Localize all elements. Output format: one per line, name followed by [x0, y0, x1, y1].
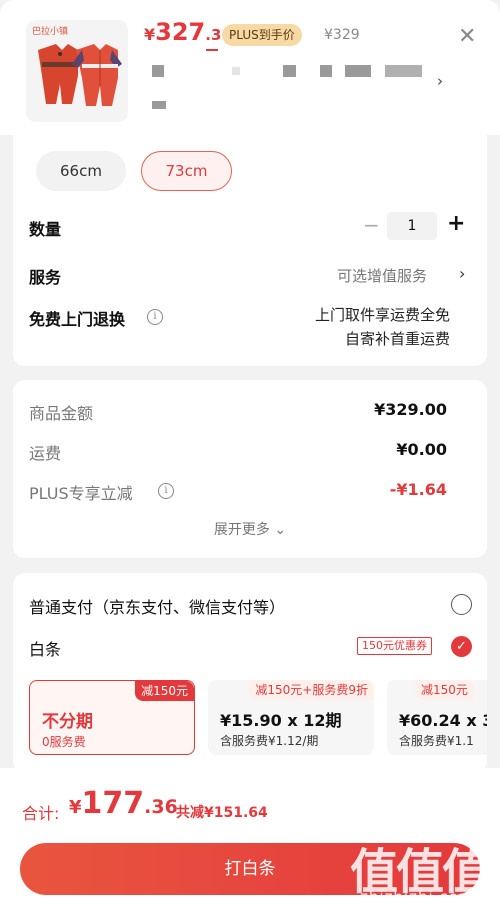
return-note-line1: 上门取件享运费全免 — [314, 306, 450, 324]
goods-amount-value: ¥329.00 — [374, 400, 447, 419]
plan-discount-badge: 减150元+服务费9折 — [249, 680, 374, 700]
chevron-right-icon[interactable]: › — [437, 72, 443, 90]
blurred-title-block — [283, 65, 296, 77]
quantity-plus-button[interactable]: + — [447, 211, 465, 236]
payment-card: 普通支付（京东支付、微信支付等） 白条 150元优惠券 ✓ 减150元 不分期 … — [13, 573, 487, 773]
blurred-title-block — [345, 65, 371, 77]
plus-price-tag: PLUS到手价 — [222, 24, 302, 46]
plan-amount: ¥15.90 x 12期 — [220, 711, 342, 730]
plan-discount-badge: 减150元 — [415, 680, 474, 700]
plan-fee: 含服务费¥1.1 — [399, 734, 474, 748]
shipping-value: ¥0.00 — [396, 440, 447, 459]
size-option-66[interactable]: 66cm — [36, 151, 126, 191]
quantity-label: 数量 — [29, 220, 62, 239]
plus-price: ¥327.36 — [144, 18, 232, 46]
plus-discount-label: PLUS专享立减 — [29, 484, 133, 503]
info-icon[interactable]: i — [158, 483, 174, 499]
blurred-title-block — [385, 65, 422, 77]
blurred-title-block — [152, 101, 166, 109]
free-return-label: 免费上门退换 — [29, 310, 126, 329]
expand-more-link[interactable]: 展开更多 ⌄ — [13, 519, 487, 539]
watermark-site: zhizhizhi.com — [360, 888, 475, 906]
return-note-line2: 自寄补首重运费 — [344, 330, 450, 348]
plan-title: 不分期 — [42, 712, 93, 732]
service-option-link[interactable]: 可选增值服务 — [337, 265, 427, 286]
original-price: ¥329 — [324, 27, 360, 43]
normal-payment-radio[interactable] — [451, 594, 472, 615]
coupon-tag: 150元优惠券 — [357, 637, 432, 655]
plus-discount-value: -¥1.64 — [389, 480, 447, 499]
plan-no-installment[interactable]: 减150元 不分期 0服务费 — [29, 680, 195, 755]
plan-fee: 0服务费 — [42, 735, 86, 749]
blurred-title-block — [320, 65, 332, 77]
info-icon[interactable]: i — [147, 309, 163, 325]
plan-fee: 含服务费¥1.12/期 — [220, 734, 319, 748]
size-option-73-selected[interactable]: 73cm — [141, 151, 232, 191]
total-saved: 共减¥151.64 — [176, 805, 268, 821]
goods-amount-label: 商品金额 — [29, 404, 94, 423]
plan-amount: ¥60.24 x 3期 — [399, 711, 487, 730]
product-header: 巴拉小镇 ¥327.36 PLUS到手价 ¥329 ✕ › — [0, 0, 500, 135]
blurred-title-block — [152, 65, 164, 77]
brand-logo: 巴拉小镇 — [32, 27, 69, 37]
total-label: 合计: — [22, 804, 60, 823]
shipping-label: 运费 — [29, 444, 62, 463]
product-thumbnail[interactable]: 巴拉小镇 — [26, 20, 128, 122]
baitiao-radio-checked[interactable]: ✓ — [451, 636, 472, 657]
quantity-input[interactable]: 1 — [387, 212, 437, 240]
close-icon[interactable]: ✕ — [458, 26, 476, 48]
service-label: 服务 — [29, 268, 62, 287]
plan-3-installments[interactable]: 减150元 ¥60.24 x 3期 含服务费¥1.1 — [387, 680, 487, 755]
blurred-title-block — [232, 67, 240, 75]
chevron-right-icon[interactable]: › — [459, 264, 465, 283]
total-amount: ¥177.36 — [69, 786, 178, 821]
quantity-minus-button[interactable]: − — [363, 213, 380, 237]
plan-discount-badge: 减150元 — [135, 681, 194, 701]
plan-12-installments[interactable]: 减150元+服务费9折 ¥15.90 x 12期 含服务费¥1.12/期 — [208, 680, 374, 755]
spec-card: 66cm 73cm 数量 − 1 + 服务 可选增值服务 › 免费上门退换 i … — [13, 135, 487, 366]
amount-summary-card: 商品金额 ¥329.00 运费 ¥0.00 PLUS专享立减 i -¥1.64 … — [13, 380, 487, 558]
installment-plan-list: 减150元 不分期 0服务费 减150元+服务费9折 ¥15.90 x 12期 … — [29, 680, 487, 756]
baitiao-label[interactable]: 白条 — [29, 636, 61, 660]
normal-payment-label[interactable]: 普通支付（京东支付、微信支付等） — [29, 594, 285, 618]
price-underline — [206, 49, 218, 51]
